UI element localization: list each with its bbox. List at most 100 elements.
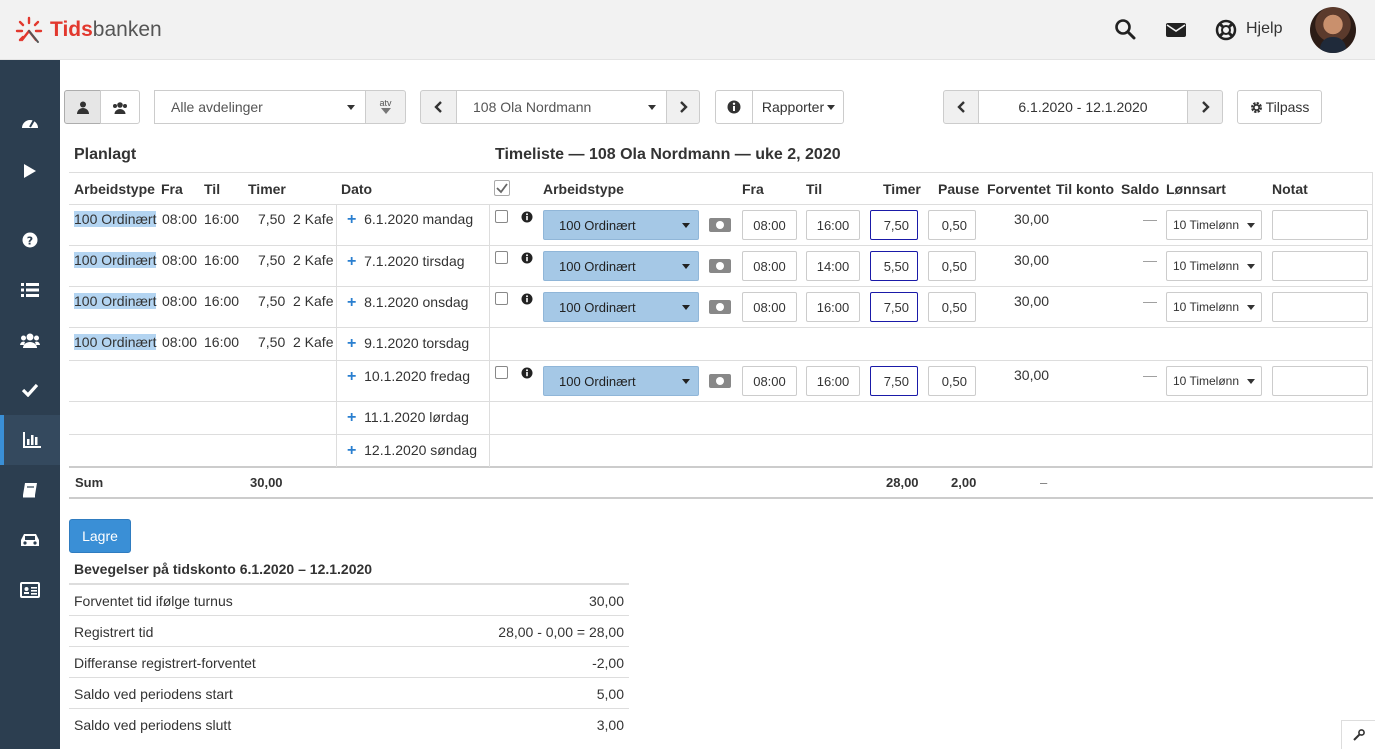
account-line-value: 28,00 - 0,00 = 28,00 (498, 624, 624, 640)
timesheet-header-hours: Timer (883, 181, 921, 197)
lifebuoy-icon[interactable] (1215, 19, 1237, 41)
info-button[interactable] (715, 90, 753, 124)
department-select[interactable]: Alle avdelinger (154, 90, 366, 124)
note-input[interactable] (1272, 251, 1368, 281)
hours-input[interactable]: 5,50 (870, 251, 918, 281)
chevron-down-icon (1247, 264, 1255, 269)
next-period-button[interactable] (1187, 90, 1223, 124)
chevron-down-icon (1247, 379, 1255, 384)
hours-input[interactable]: 7,50 (870, 366, 918, 396)
add-icon[interactable]: + (347, 335, 356, 352)
planned-type: 100 Ordinært (74, 211, 157, 227)
mail-icon[interactable] (1165, 21, 1187, 39)
sidebar-item-employees[interactable] (0, 315, 60, 365)
sidebar-item-reports[interactable] (0, 415, 60, 465)
row-checkbox[interactable] (495, 251, 508, 264)
sidebar-item-book[interactable] (0, 465, 60, 515)
worktype-select[interactable]: 100 Ordinært (543, 292, 699, 322)
timesheet-header-note: Notat (1272, 181, 1308, 197)
from-input[interactable]: 08:00 (742, 210, 797, 240)
debug-tools-button[interactable] (1341, 720, 1375, 749)
customize-button[interactable]: Tilpass (1237, 90, 1322, 124)
to-input[interactable]: 16:00 (806, 292, 860, 322)
sidebar-item-travel[interactable] (0, 515, 60, 565)
id-card-icon (20, 582, 40, 598)
select-all-checkbox[interactable] (494, 180, 510, 196)
info-icon[interactable] (521, 367, 533, 379)
clear-row-button[interactable] (709, 300, 731, 314)
sidebar-item-play[interactable] (0, 146, 60, 196)
period-display[interactable]: 6.1.2020 - 12.1.2020 (978, 90, 1188, 124)
from-input[interactable]: 08:00 (742, 292, 797, 322)
clear-row-button[interactable] (709, 218, 731, 232)
clear-row-button[interactable] (709, 374, 731, 388)
add-icon[interactable]: + (347, 409, 356, 426)
clear-row-button[interactable] (709, 259, 731, 273)
sidebar-item-id-card[interactable] (0, 565, 60, 615)
logo[interactable]: Tidsbanken (14, 14, 162, 46)
employee-select[interactable]: 108 Ola Nordmann (456, 90, 667, 124)
next-employee-button[interactable] (666, 90, 700, 124)
date-cell: + 9.1.2020 torsdag (347, 335, 470, 352)
group-view-button[interactable] (100, 90, 140, 124)
worktype-select[interactable]: 100 Ordinært (543, 251, 699, 281)
to-input[interactable]: 16:00 (806, 366, 860, 396)
add-icon[interactable]: + (347, 253, 356, 270)
previous-period-button[interactable] (943, 90, 979, 124)
sidebar-item-approve[interactable] (0, 365, 60, 415)
worktype-select[interactable]: 100 Ordinært (543, 210, 699, 240)
add-icon[interactable]: + (347, 294, 356, 311)
wage-type-select[interactable]: 10 Timelønn (1166, 366, 1262, 396)
row-checkbox[interactable] (495, 366, 508, 379)
search-icon[interactable] (1114, 18, 1136, 40)
info-icon[interactable] (521, 252, 533, 264)
row-checkbox[interactable] (495, 210, 508, 223)
previous-employee-button[interactable] (420, 90, 457, 124)
date-cell: + 12.1.2020 søndag (347, 442, 477, 459)
to-input[interactable]: 16:00 (806, 210, 860, 240)
wage-type-select[interactable]: 10 Timelønn (1166, 292, 1262, 322)
add-icon[interactable]: + (347, 442, 356, 459)
note-input[interactable] (1272, 210, 1368, 240)
sidebar-item-dashboard[interactable] (0, 97, 60, 147)
date-cell: + 11.1.2020 lørdag (347, 409, 469, 426)
from-input[interactable]: 08:00 (742, 366, 797, 396)
add-icon[interactable]: + (347, 211, 356, 228)
date-cell: + 8.1.2020 onsdag (347, 294, 469, 311)
atv-filter-button[interactable]: atv (365, 90, 406, 124)
customize-label: Tilpass (1265, 99, 1310, 115)
pause-input[interactable]: 0,50 (928, 210, 976, 240)
planned-hours: 7,50 (258, 252, 286, 268)
single-employee-view-button[interactable] (64, 90, 101, 124)
pause-input[interactable]: 0,50 (928, 292, 976, 322)
chevron-down-icon (347, 105, 355, 110)
add-icon[interactable]: + (347, 368, 356, 385)
from-input[interactable]: 08:00 (742, 251, 797, 281)
chevron-down-icon (682, 264, 690, 269)
help-link[interactable]: Hjelp (1246, 20, 1282, 38)
note-input[interactable] (1272, 366, 1368, 396)
sidebar-item-help[interactable]: ? (0, 215, 60, 265)
reports-dropdown[interactable]: Rapporter (752, 90, 844, 124)
info-icon[interactable] (521, 211, 533, 223)
account-title: Bevegelser på tidskonto 6.1.2020 – 12.1.… (74, 561, 373, 577)
car-icon (21, 534, 39, 546)
save-button[interactable]: Lagre (69, 519, 131, 553)
wage-type-select[interactable]: 10 Timelønn (1166, 251, 1262, 281)
hours-input[interactable]: 7,50 (870, 210, 918, 240)
note-input[interactable] (1272, 292, 1368, 322)
account-line-value: 5,00 (596, 686, 624, 702)
pause-input[interactable]: 0,50 (928, 366, 976, 396)
to-input[interactable]: 14:00 (806, 251, 860, 281)
info-icon[interactable] (521, 293, 533, 305)
avatar[interactable] (1310, 7, 1356, 53)
timesheet-header-type: Arbeidstype (543, 181, 624, 197)
worktype-select[interactable]: 100 Ordinært (543, 366, 699, 396)
sidebar-item-list[interactable] (0, 265, 60, 315)
table-right-border (1372, 172, 1373, 468)
pause-input[interactable]: 0,50 (928, 251, 976, 281)
hours-input[interactable]: 7,50 (870, 292, 918, 322)
row-checkbox[interactable] (495, 292, 508, 305)
wage-type-select[interactable]: 10 Timelønn (1166, 210, 1262, 240)
period-value: 6.1.2020 - 12.1.2020 (1018, 99, 1148, 115)
